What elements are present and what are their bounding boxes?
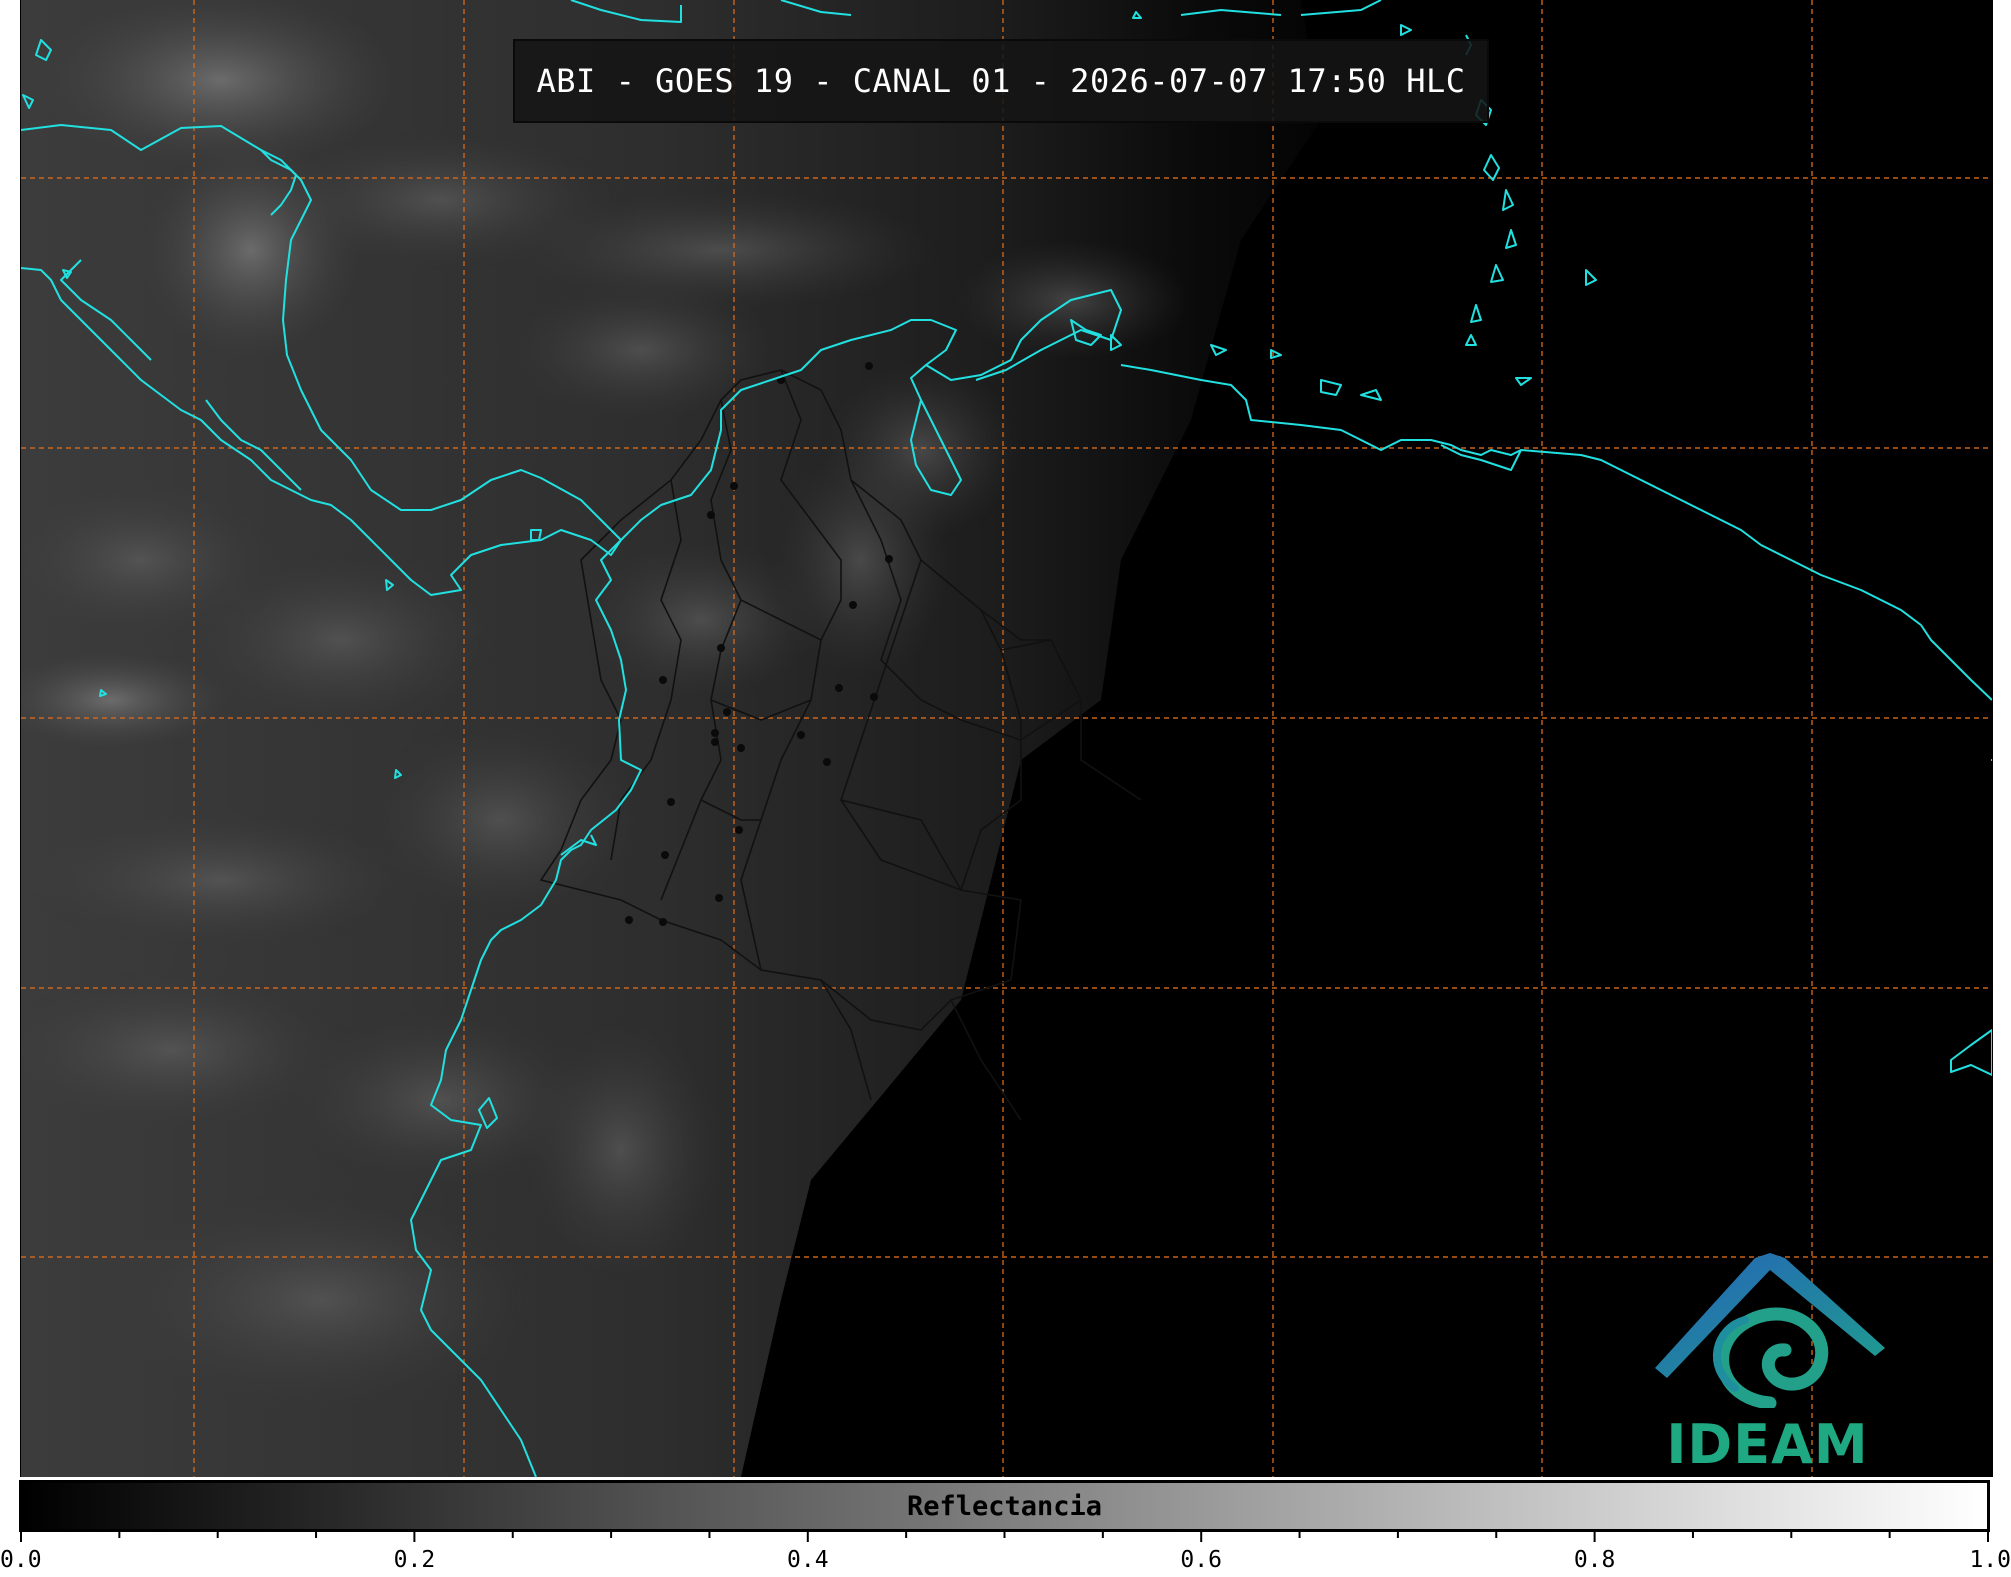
ideam-logo: IDEAM — [1645, 1248, 1890, 1476]
colorbar-tick-label: 0.8 — [1574, 1547, 1616, 1573]
logo-swirl — [1713, 1307, 1829, 1408]
colorbar-tick-label: 0.2 — [394, 1547, 436, 1573]
colorbar-label: Reflectancia — [906, 1490, 1103, 1522]
page-title: ABI - GOES 19 - CANAL 01 - 2026-07-07 17… — [536, 62, 1466, 100]
colorbar-ticks: 0.0 0.2 0.4 0.6 0.8 1.0 — [0, 1530, 2011, 1573]
logo-wordmark: IDEAM — [1666, 1413, 1869, 1476]
colorbar: Reflectancia — [19, 1480, 1990, 1532]
colorbar-tick-label: 0.6 — [1180, 1547, 1222, 1573]
colorbar-tick-label: 0.0 — [0, 1547, 42, 1573]
colorbar-tick-label: 1.0 — [1969, 1547, 2011, 1573]
title-panel: ABI - GOES 19 - CANAL 01 - 2026-07-07 17… — [513, 39, 1489, 123]
colorbar-tick-label: 0.4 — [787, 1547, 829, 1573]
ideam-logo-emblem — [1655, 1253, 1885, 1408]
